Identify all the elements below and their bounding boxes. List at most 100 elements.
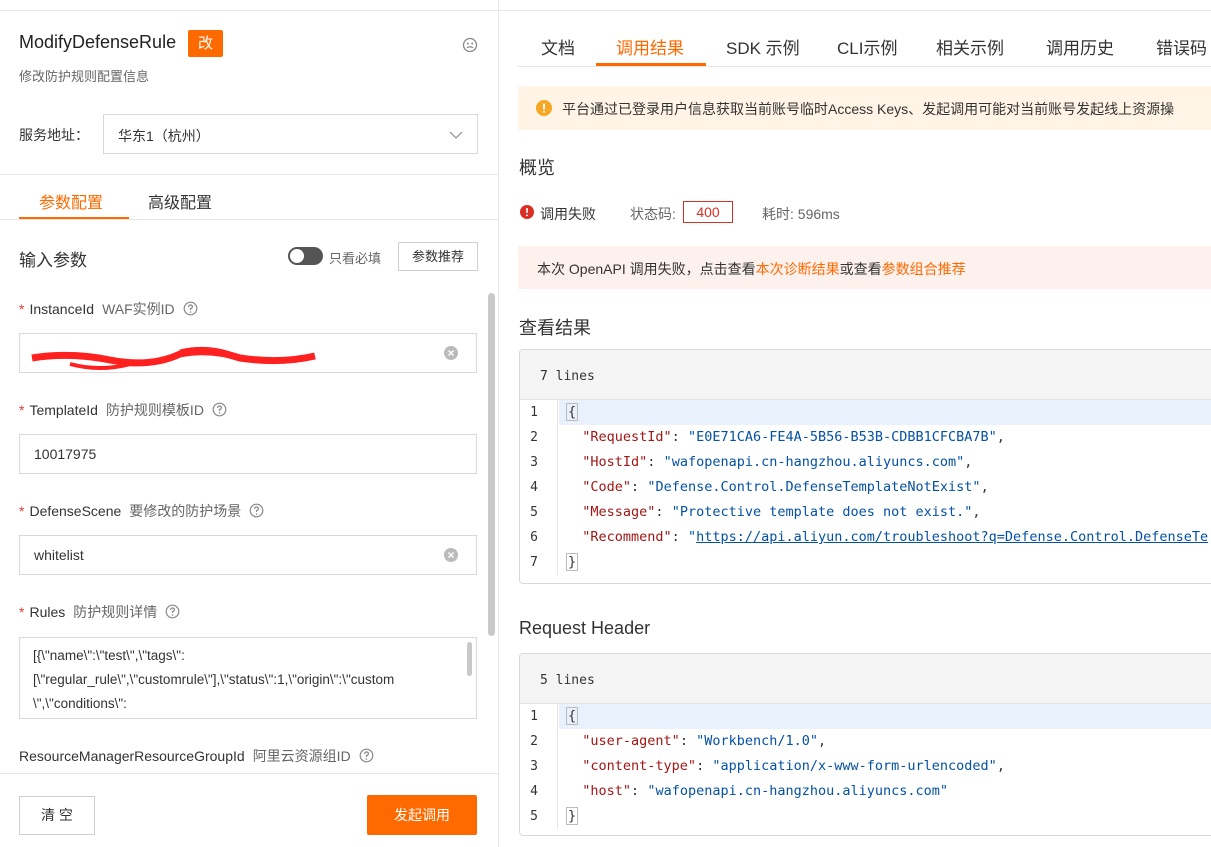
rules-line: [\"regular_rule\",\"customrule\"],\"stat… — [33, 672, 395, 687]
tab-error-codes[interactable]: 错误码 — [1156, 34, 1207, 59]
failure-message: 本次 OpenAPI 调用失败，点击查看本次诊断结果或查看参数组合推荐 — [518, 246, 1211, 289]
failure-prefix: 本次 OpenAPI 调用失败，点击查看 — [537, 261, 756, 277]
code-line: 4 "host": "wafopenapi.cn-hangzhou.aliyun… — [530, 783, 949, 799]
feedback-icon[interactable] — [462, 37, 478, 53]
field-desc: 要修改的防护场景 — [129, 503, 242, 519]
error-icon — [520, 205, 534, 219]
tab-param-config[interactable]: 参数配置 — [39, 189, 103, 213]
code-line: 1{ — [520, 400, 1211, 425]
notice-text: 平台通过已登录用户信息获取当前账号临时Access Keys、发起调用可能对当前… — [562, 101, 1175, 117]
required-only-toggle[interactable] — [288, 247, 323, 265]
api-workbench: ModifyDefenseRule 改 修改防护规则配置信息 服务地址： 华东1… — [0, 0, 1211, 847]
code-line: 3 "HostId": "wafopenapi.cn-hangzhou.aliy… — [530, 454, 973, 470]
failure-middle: 或查看 — [839, 261, 882, 277]
field-name: TemplateId — [29, 402, 98, 418]
panel-scrollbar[interactable] — [488, 293, 495, 636]
templateid-label: * TemplateId 防护规则模板ID — [19, 400, 227, 420]
param-panel: ModifyDefenseRule 改 修改防护规则配置信息 服务地址： 华东1… — [0, 0, 499, 847]
code-body[interactable]: 1{ 2 "user-agent": "Workbench/1.0", 3 "c… — [520, 704, 1211, 829]
templateid-value: 10017975 — [34, 446, 97, 462]
templateid-input[interactable]: 10017975 — [19, 434, 477, 474]
instanceid-label: * InstanceId WAF实例ID — [19, 299, 198, 319]
service-value: 华东1（杭州） — [118, 128, 210, 144]
clear-icon[interactable] — [444, 548, 458, 562]
divider — [0, 773, 499, 774]
tab-cli-example[interactable]: CLI示例 — [837, 34, 897, 59]
line-count: 7 lines — [540, 369, 595, 384]
redaction-mark — [31, 346, 316, 370]
request-header-code-block: 5 lines 1{ 2 "user-agent": "Workbench/1.… — [519, 653, 1211, 836]
field-name: DefenseScene — [29, 503, 122, 519]
elapsed-time: 耗时: 596ms — [762, 206, 840, 222]
diagnosis-link[interactable]: 本次诊断结果 — [756, 261, 840, 277]
status-code-label: 状态码: — [630, 206, 676, 222]
tab-docs[interactable]: 文档 — [541, 34, 575, 59]
help-icon[interactable] — [359, 748, 374, 763]
clear-button[interactable]: 清 空 — [19, 796, 95, 835]
code-line: 2 "user-agent": "Workbench/1.0", — [530, 733, 827, 749]
instanceid-input[interactable] — [19, 333, 477, 373]
result-code-block: 7 lines 1{ 2 "RequestId": "E0E71CA6-FE4A… — [519, 349, 1211, 584]
notice-banner: 平台通过已登录用户信息获取当前账号临时Access Keys、发起调用可能对当前… — [518, 86, 1211, 130]
request-header-title: Request Header — [519, 618, 651, 638]
rules-label: * Rules 防护规则详情 — [19, 602, 180, 622]
warning-icon — [536, 100, 552, 116]
toggle-knob — [290, 249, 304, 263]
code-line: 5} — [530, 807, 579, 825]
rules-line: \",\"conditions\": — [33, 696, 127, 711]
defensescene-value: whitelist — [34, 547, 84, 563]
field-desc: 防护规则模板ID — [105, 402, 204, 418]
tab-sdk-example[interactable]: SDK 示例 — [726, 34, 800, 59]
code-body[interactable]: 1{ 2 "RequestId": "E0E71CA6-FE4A-5B56-B5… — [520, 400, 1211, 575]
required-mark: * — [19, 402, 25, 418]
param-combo-link[interactable]: 参数组合推荐 — [882, 261, 966, 277]
required-mark: * — [19, 604, 25, 620]
code-line: 5 "Message": "Protective template does n… — [530, 504, 981, 520]
line-count: 5 lines — [540, 673, 595, 688]
rules-line: [{\"name\":\"test\",\"tags\": — [33, 648, 185, 663]
code-line: 3 "content-type": "application/x-www-for… — [530, 758, 1005, 774]
rules-textarea[interactable]: [{\"name\":\"test\",\"tags\": [\"regular… — [19, 637, 477, 719]
help-icon[interactable] — [165, 604, 180, 619]
help-icon[interactable] — [212, 402, 227, 417]
recommend-link[interactable]: https://api.aliyun.com/troubleshoot?q=De… — [696, 529, 1208, 545]
textarea-scrollbar[interactable] — [467, 642, 472, 676]
invoke-button[interactable]: 发起调用 — [367, 795, 477, 835]
param-recommend-button[interactable]: 参数推荐 — [398, 242, 478, 271]
required-only-label: 只看必填 — [329, 251, 382, 266]
required-mark: * — [19, 301, 25, 317]
tab-call-history[interactable]: 调用历史 — [1046, 34, 1114, 59]
field-name: ResourceManagerResourceGroupId — [19, 748, 245, 764]
service-label: 服务地址： — [19, 127, 89, 143]
tab-related-examples[interactable]: 相关示例 — [936, 34, 1004, 59]
api-badge: 改 — [188, 30, 223, 57]
divider — [0, 174, 499, 175]
overview-title: 概览 — [519, 158, 555, 178]
field-name: InstanceId — [29, 301, 95, 317]
help-icon[interactable] — [249, 503, 264, 518]
service-select[interactable]: 华东1（杭州） — [103, 114, 478, 154]
failure-text: 本次 OpenAPI 调用失败，点击查看本次诊断结果或查看参数组合推荐 — [537, 259, 966, 279]
api-title: ModifyDefenseRule — [19, 32, 177, 52]
code-line: 7} — [530, 553, 579, 571]
input-params-title: 输入参数 — [19, 251, 87, 270]
divider — [518, 66, 1211, 67]
code-header: 7 lines — [520, 350, 1211, 400]
clear-icon[interactable] — [444, 346, 458, 360]
field-name: Rules — [29, 604, 66, 620]
code-header: 5 lines — [520, 654, 1211, 704]
tab-advanced-config[interactable]: 高级配置 — [148, 189, 212, 213]
defensescene-label: * DefenseScene 要修改的防护场景 — [19, 501, 264, 521]
resourcegroupid-label: ResourceManagerResourceGroupId 阿里云资源组ID — [19, 746, 374, 766]
result-title: 查看结果 — [519, 318, 591, 338]
help-icon[interactable] — [183, 301, 198, 316]
status-code-badge: 400 — [683, 201, 733, 223]
tab-call-result[interactable]: 调用结果 — [616, 34, 684, 59]
api-description: 修改防护规则配置信息 — [19, 69, 150, 84]
field-desc: 防护规则详情 — [73, 604, 158, 620]
required-mark: * — [19, 503, 25, 519]
code-line: 4 "Code": "Defense.Control.DefenseTempla… — [530, 479, 989, 495]
defensescene-input[interactable]: whitelist — [19, 535, 477, 575]
field-desc: WAF实例ID — [102, 301, 175, 317]
code-line: 6 "Recommend": "https://api.aliyun.com/t… — [530, 529, 1209, 545]
